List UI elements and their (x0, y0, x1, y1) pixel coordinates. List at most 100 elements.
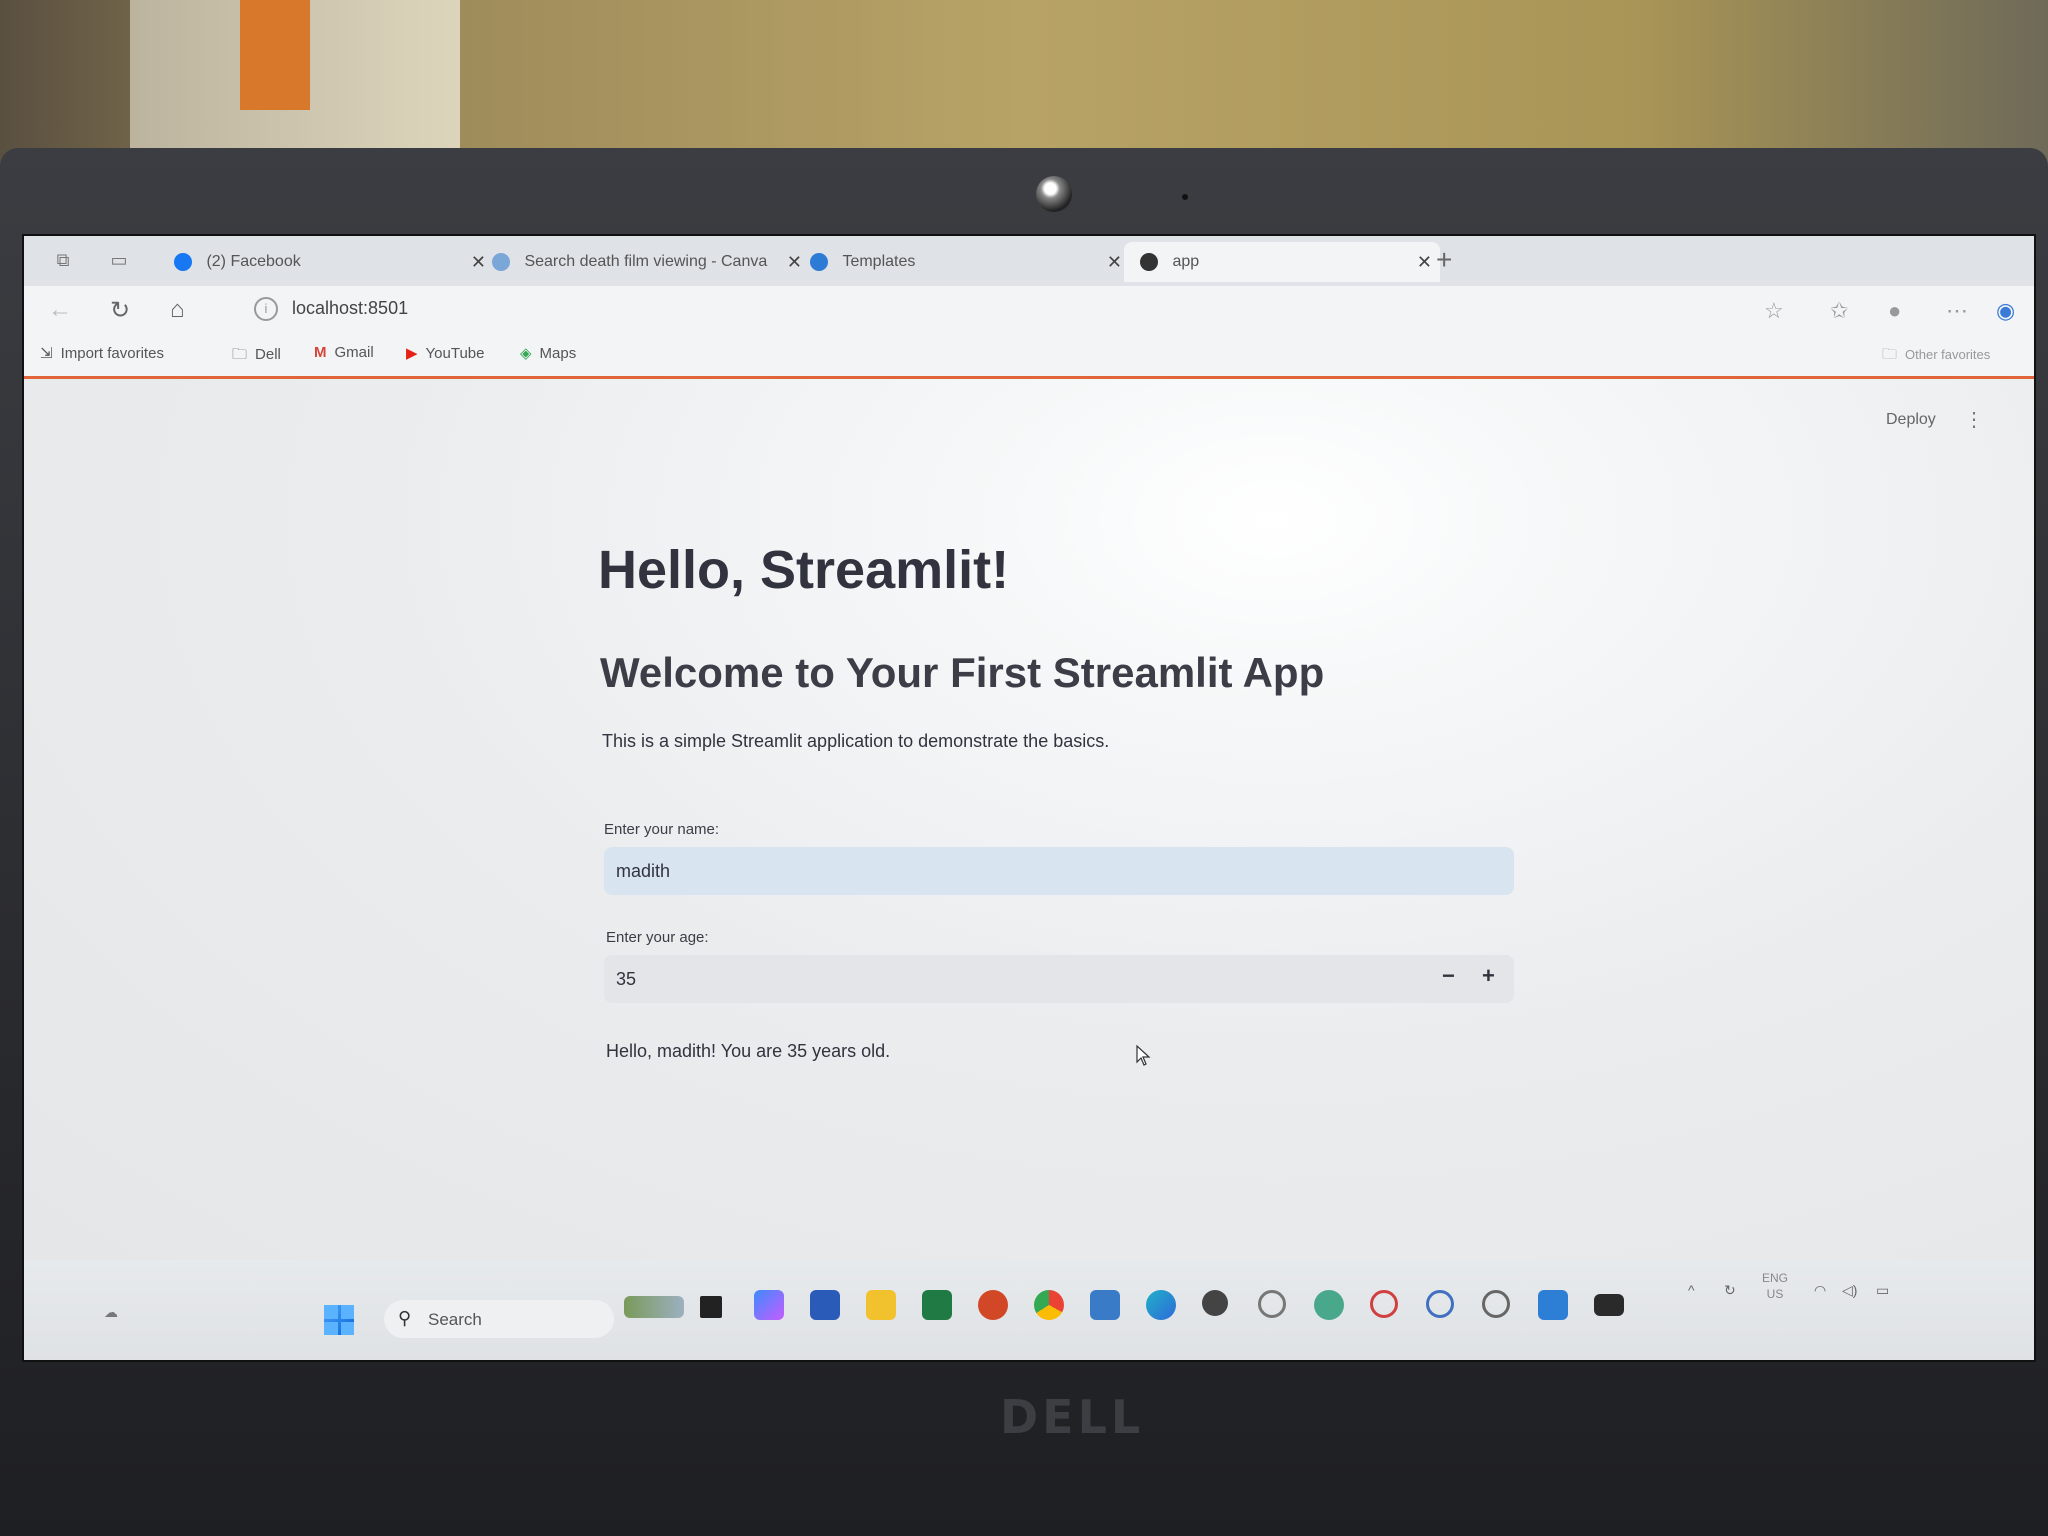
dell-logo: DELL (1000, 1390, 1145, 1444)
tab-actions-icon[interactable]: ▭ (108, 249, 130, 271)
favorite-label: YouTube (425, 345, 485, 362)
tab-label: Search death film viewing - Canva (524, 253, 768, 270)
tab-app[interactable]: app ✕ (1124, 242, 1440, 282)
favorite-dell[interactable]: 🗀 Dell (232, 344, 281, 369)
favorite-label: Gmail (334, 344, 374, 361)
weather-icon[interactable]: ☁ (104, 1304, 118, 1321)
favorite-label: Maps (539, 345, 577, 362)
streamlit-icon (1140, 253, 1158, 271)
circle-app-icon[interactable] (1258, 1290, 1286, 1318)
increment-button[interactable]: + (1482, 963, 1495, 989)
close-tab-icon[interactable]: ✕ (471, 242, 486, 282)
main-menu-icon[interactable]: ⋮ (1964, 407, 1984, 432)
chrome-icon[interactable] (1034, 1290, 1064, 1320)
webcam (1036, 176, 1072, 212)
favorites-icon[interactable]: ✩ (1830, 298, 1848, 324)
greeting-output: Hello, madith! You are 35 years old. (606, 1041, 891, 1061)
templates-icon (810, 253, 828, 271)
other-favorites[interactable]: 🗀 Other favorites (1882, 344, 1990, 369)
refresh-icon[interactable]: ↻ (110, 296, 130, 325)
taskbar-search[interactable]: ⚲ Search (384, 1300, 614, 1338)
workspaces-icon[interactable]: ⧉ (52, 249, 74, 271)
webcam-indicator (1182, 194, 1188, 200)
ring-app-icon[interactable] (1482, 1290, 1510, 1318)
edge-icon[interactable] (1146, 1290, 1176, 1320)
terminal-icon[interactable] (1594, 1294, 1624, 1316)
chatgpt-icon[interactable] (1314, 1290, 1344, 1320)
age-value[interactable]: 35 (616, 969, 636, 990)
close-tab-icon[interactable]: ✕ (1107, 242, 1122, 282)
new-tab-button[interactable]: + (1436, 244, 1452, 276)
tab-label: Templates (842, 253, 916, 270)
laptop-screen: ⧉ ▭ (2) Facebook ✕ Search death film vie… (22, 234, 2036, 1362)
age-label: Enter your age: (606, 929, 709, 946)
show-hidden-icons[interactable]: ^ (1688, 1282, 1695, 1298)
taskbar: ☁ ⚲ Search ^ ↻ ENG US ◠ ◁) ▭ (24, 1260, 2034, 1360)
more-options-icon[interactable]: ⋯ (1946, 298, 1968, 324)
tab-facebook[interactable]: (2) Facebook ✕ (174, 242, 494, 282)
moon-app-icon[interactable] (1202, 1290, 1228, 1316)
address-bar-row: ← ↻ ⌂ i localhost:8501 ☆ ✩ ● ⋯ ◉ (24, 286, 2034, 334)
language-top: ENG (1762, 1271, 1789, 1285)
word-icon[interactable] (810, 1290, 840, 1320)
home-icon[interactable]: ⌂ (170, 296, 185, 324)
tab-templates[interactable]: Templates ✕ (810, 242, 1130, 282)
mail-icon[interactable] (1090, 1290, 1120, 1320)
vscode-icon[interactable] (1538, 1290, 1568, 1320)
background-room (0, 0, 2048, 170)
close-tab-icon[interactable]: ✕ (1417, 242, 1432, 282)
red-app-icon[interactable] (1370, 1290, 1398, 1318)
other-favorites-label: Other favorites (1905, 347, 1991, 362)
windows-start-icon[interactable] (324, 1305, 354, 1335)
blue-app-icon[interactable] (1426, 1290, 1454, 1318)
decrement-button[interactable]: − (1442, 963, 1455, 989)
facebook-icon (174, 253, 192, 271)
favorite-import[interactable]: ⇲ Import favorites (40, 344, 164, 362)
favorite-label: Import favorites (60, 345, 164, 362)
age-stepper[interactable]: 35 − + (604, 955, 1514, 1003)
gmail-icon: M (314, 344, 327, 361)
sync-icon[interactable]: ↻ (1724, 1282, 1736, 1299)
folder-icon: 🗀 (1882, 346, 1898, 363)
favorite-label: Dell (255, 346, 281, 363)
language-bottom: US (1766, 1287, 1784, 1301)
favorites-bar: ⇲ Import favorites 🗀 Dell M Gmail ▶ YouTube … (24, 334, 2034, 379)
search-label: Search (428, 1310, 482, 1329)
deploy-button[interactable]: Deploy (1886, 411, 1936, 429)
copilot-app-icon[interactable] (754, 1290, 784, 1320)
address-bar[interactable]: i localhost:8501 (232, 292, 1762, 326)
page-subtitle: Welcome to Your First Streamlit App (600, 649, 1325, 696)
url-text[interactable]: localhost:8501 (292, 298, 408, 319)
excel-icon[interactable] (922, 1290, 952, 1320)
close-tab-icon[interactable]: ✕ (787, 242, 802, 282)
name-value[interactable]: madith (616, 861, 670, 882)
search-icon: ⚲ (398, 1308, 412, 1328)
powerpoint-icon[interactable] (978, 1290, 1008, 1320)
tab-canva[interactable]: Search death film viewing - Canva ✕ (492, 242, 810, 282)
language-indicator[interactable]: ENG US (1762, 1270, 1788, 1302)
description-text: This is a simple Streamlit application t… (602, 731, 1110, 751)
favorite-maps[interactable]: ◈ Maps (520, 344, 576, 362)
name-field[interactable]: madith (604, 847, 1514, 895)
volume-icon[interactable]: ◁) (1842, 1282, 1857, 1299)
task-view-icon[interactable] (700, 1296, 722, 1318)
favorite-gmail[interactable]: M Gmail (314, 344, 374, 361)
tab-label: (2) Facebook (206, 253, 301, 270)
wifi-icon[interactable]: ◠ (1814, 1282, 1826, 1299)
site-info-icon[interactable]: i (254, 297, 278, 321)
copilot-icon[interactable]: ◉ (1996, 298, 2015, 324)
back-icon[interactable]: ← (48, 296, 72, 324)
page-title: Hello, Streamlit! (598, 540, 1010, 600)
widget-image-icon[interactable] (624, 1296, 684, 1318)
streamlit-app: Deploy ⋮ Hello, Streamlit! Welcome to Yo… (24, 379, 2034, 1260)
mouse-cursor-icon (1136, 1045, 1151, 1066)
folder-icon: 🗀 (232, 346, 248, 363)
favorite-youtube[interactable]: ▶ YouTube (406, 344, 485, 362)
youtube-icon: ▶ (406, 345, 418, 362)
profile-icon[interactable]: ● (1888, 298, 1901, 324)
favorite-star-icon[interactable]: ☆ (1764, 298, 1784, 324)
file-explorer-icon[interactable] (866, 1290, 896, 1320)
tab-label: app (1172, 253, 1200, 270)
import-icon: ⇲ (40, 345, 53, 362)
battery-icon[interactable]: ▭ (1876, 1282, 1889, 1299)
